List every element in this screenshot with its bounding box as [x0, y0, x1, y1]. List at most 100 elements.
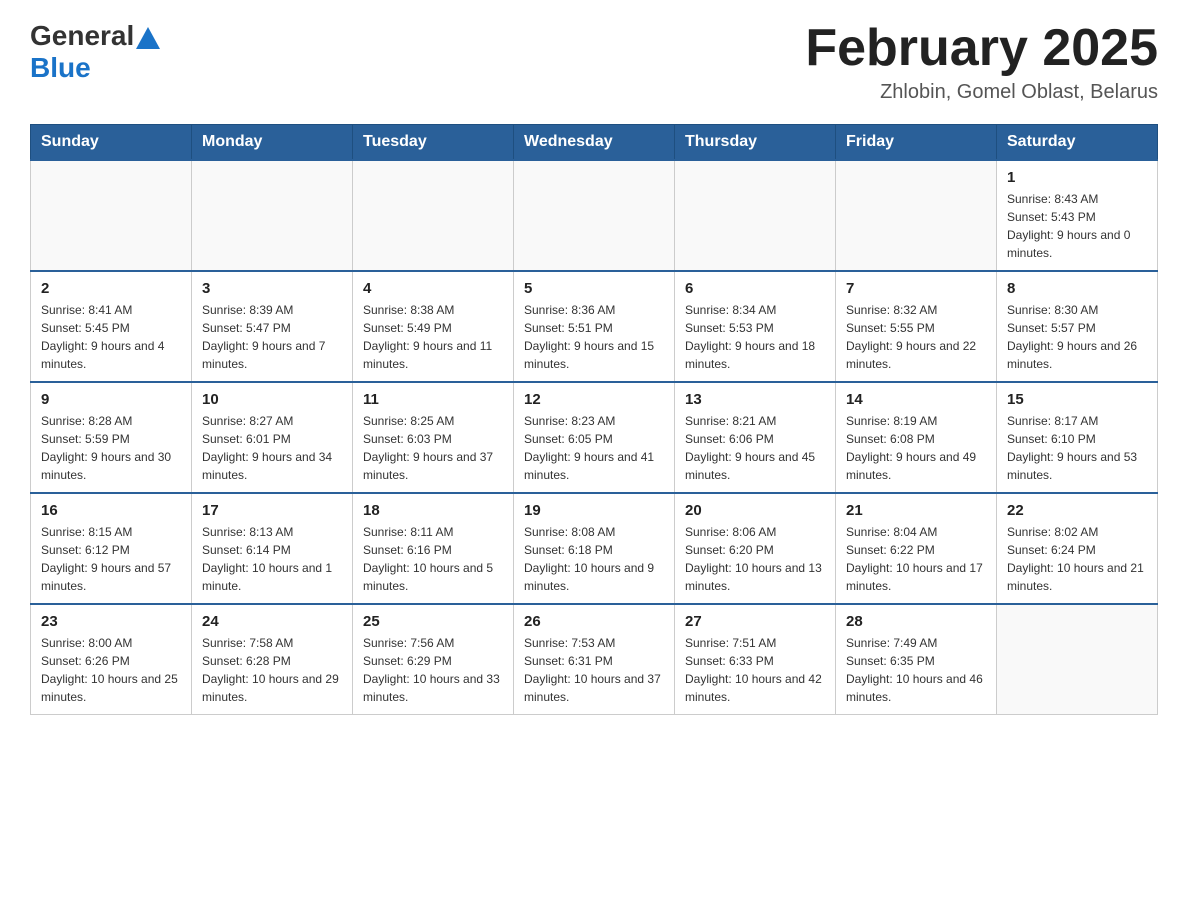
calendar-week-row: 2Sunrise: 8:41 AMSunset: 5:45 PMDaylight…: [31, 271, 1158, 382]
day-info-text: Sunrise: 8:25 AMSunset: 6:03 PMDaylight:…: [363, 412, 503, 484]
day-info-text: Sunrise: 8:06 AMSunset: 6:20 PMDaylight:…: [685, 523, 825, 595]
day-info-text: Sunrise: 8:27 AMSunset: 6:01 PMDaylight:…: [202, 412, 342, 484]
page-header: General Blue February 2025 Zhlobin, Gome…: [30, 20, 1158, 104]
day-info-text: Sunrise: 8:32 AMSunset: 5:55 PMDaylight:…: [846, 301, 986, 373]
logo-general-text: General: [30, 20, 134, 52]
day-of-week-header: Monday: [192, 125, 353, 161]
calendar-day-cell: [31, 160, 192, 271]
month-title: February 2025: [805, 20, 1158, 77]
day-info-text: Sunrise: 8:21 AMSunset: 6:06 PMDaylight:…: [685, 412, 825, 484]
calendar-day-cell: [997, 604, 1158, 715]
calendar-day-cell: 7 Sunrise: 8:32 AMSunset: 5:55 PMDaylight…: [836, 271, 997, 382]
day-info-text: Sunrise: 7:53 AMSunset: 6:31 PMDaylight:…: [524, 634, 664, 706]
day-info-text: Sunrise: 7:56 AMSunset: 6:29 PMDaylight:…: [363, 634, 503, 706]
day-number: 23: [41, 613, 181, 630]
calendar-week-row: 23 Sunrise: 8:00 AMSunset: 6:26 PMDayligh…: [31, 604, 1158, 715]
day-of-week-header: Friday: [836, 125, 997, 161]
day-number: 28: [846, 613, 986, 630]
day-info-text: Sunrise: 8:28 AMSunset: 5:59 PMDaylight:…: [41, 412, 181, 484]
calendar-day-cell: 5Sunrise: 8:36 AMSunset: 5:51 PMDaylight…: [514, 271, 675, 382]
calendar-day-cell: 8 Sunrise: 8:30 AMSunset: 5:57 PMDaylight…: [997, 271, 1158, 382]
calendar-day-cell: 9 Sunrise: 8:28 AMSunset: 5:59 PMDaylight…: [31, 382, 192, 493]
day-number: 21: [846, 502, 986, 519]
title-block: February 2025 Zhlobin, Gomel Oblast, Bel…: [805, 20, 1158, 104]
calendar-day-cell: 15 Sunrise: 8:17 AMSunset: 6:10 PMDayligh…: [997, 382, 1158, 493]
day-number: 15: [1007, 391, 1147, 408]
calendar-day-cell: 2Sunrise: 8:41 AMSunset: 5:45 PMDaylight…: [31, 271, 192, 382]
day-number: 25: [363, 613, 503, 630]
day-info-text: Sunrise: 8:19 AMSunset: 6:08 PMDaylight:…: [846, 412, 986, 484]
calendar-day-cell: 26 Sunrise: 7:53 AMSunset: 6:31 PMDayligh…: [514, 604, 675, 715]
day-number: 19: [524, 502, 664, 519]
day-number: 3: [202, 280, 342, 297]
calendar-day-cell: 21 Sunrise: 8:04 AMSunset: 6:22 PMDayligh…: [836, 493, 997, 604]
calendar-day-cell: 17 Sunrise: 8:13 AMSunset: 6:14 PMDayligh…: [192, 493, 353, 604]
calendar-day-cell: [514, 160, 675, 271]
calendar-day-cell: [353, 160, 514, 271]
calendar-day-cell: 22 Sunrise: 8:02 AMSunset: 6:24 PMDayligh…: [997, 493, 1158, 604]
calendar-day-cell: 12Sunrise: 8:23 AMSunset: 6:05 PMDayligh…: [514, 382, 675, 493]
calendar-day-cell: 25 Sunrise: 7:56 AMSunset: 6:29 PMDayligh…: [353, 604, 514, 715]
day-number: 18: [363, 502, 503, 519]
day-number: 9: [41, 391, 181, 408]
day-number: 2: [41, 280, 181, 297]
calendar-day-cell: 14Sunrise: 8:19 AMSunset: 6:08 PMDayligh…: [836, 382, 997, 493]
day-info-text: Sunrise: 8:17 AMSunset: 6:10 PMDaylight:…: [1007, 412, 1147, 484]
calendar-day-cell: [192, 160, 353, 271]
day-of-week-header: Tuesday: [353, 125, 514, 161]
calendar-week-row: 9 Sunrise: 8:28 AMSunset: 5:59 PMDaylight…: [31, 382, 1158, 493]
day-info-text: Sunrise: 7:58 AMSunset: 6:28 PMDaylight:…: [202, 634, 342, 706]
day-info-text: Sunrise: 8:00 AMSunset: 6:26 PMDaylight:…: [41, 634, 181, 706]
day-number: 26: [524, 613, 664, 630]
day-info-text: Sunrise: 8:13 AMSunset: 6:14 PMDaylight:…: [202, 523, 342, 595]
day-number: 16: [41, 502, 181, 519]
calendar-day-cell: [675, 160, 836, 271]
day-info-text: Sunrise: 7:51 AMSunset: 6:33 PMDaylight:…: [685, 634, 825, 706]
day-number: 4: [363, 280, 503, 297]
day-number: 6: [685, 280, 825, 297]
calendar-day-cell: 18 Sunrise: 8:11 AMSunset: 6:16 PMDayligh…: [353, 493, 514, 604]
calendar-day-cell: 19Sunrise: 8:08 AMSunset: 6:18 PMDayligh…: [514, 493, 675, 604]
calendar-day-cell: 23 Sunrise: 8:00 AMSunset: 6:26 PMDayligh…: [31, 604, 192, 715]
day-number: 10: [202, 391, 342, 408]
day-info-text: Sunrise: 8:04 AMSunset: 6:22 PMDaylight:…: [846, 523, 986, 595]
logo: General Blue: [30, 20, 160, 84]
calendar-header-row: SundayMondayTuesdayWednesdayThursdayFrid…: [31, 125, 1158, 161]
day-info-text: Sunrise: 8:02 AMSunset: 6:24 PMDaylight:…: [1007, 523, 1147, 595]
day-info-text: Sunrise: 8:43 AMSunset: 5:43 PMDaylight:…: [1007, 190, 1147, 262]
day-number: 8: [1007, 280, 1147, 297]
calendar-week-row: 16 Sunrise: 8:15 AMSunset: 6:12 PMDayligh…: [31, 493, 1158, 604]
calendar-day-cell: 6 Sunrise: 8:34 AMSunset: 5:53 PMDaylight…: [675, 271, 836, 382]
logo-blue-text: Blue: [30, 52, 91, 84]
day-info-text: Sunrise: 8:15 AMSunset: 6:12 PMDaylight:…: [41, 523, 181, 595]
day-number: 1: [1007, 169, 1147, 186]
day-of-week-header: Saturday: [997, 125, 1158, 161]
day-number: 13: [685, 391, 825, 408]
calendar-day-cell: 28Sunrise: 7:49 AMSunset: 6:35 PMDayligh…: [836, 604, 997, 715]
location-text: Zhlobin, Gomel Oblast, Belarus: [805, 81, 1158, 104]
day-info-text: Sunrise: 8:23 AMSunset: 6:05 PMDaylight:…: [524, 412, 664, 484]
calendar-day-cell: 20 Sunrise: 8:06 AMSunset: 6:20 PMDayligh…: [675, 493, 836, 604]
calendar-week-row: 1 Sunrise: 8:43 AMSunset: 5:43 PMDaylight…: [31, 160, 1158, 271]
calendar-day-cell: 11 Sunrise: 8:25 AMSunset: 6:03 PMDayligh…: [353, 382, 514, 493]
day-info-text: Sunrise: 8:36 AMSunset: 5:51 PMDaylight:…: [524, 301, 664, 373]
day-number: 22: [1007, 502, 1147, 519]
calendar-day-cell: 24 Sunrise: 7:58 AMSunset: 6:28 PMDayligh…: [192, 604, 353, 715]
day-info-text: Sunrise: 8:11 AMSunset: 6:16 PMDaylight:…: [363, 523, 503, 595]
calendar-day-cell: 13 Sunrise: 8:21 AMSunset: 6:06 PMDayligh…: [675, 382, 836, 493]
day-number: 20: [685, 502, 825, 519]
calendar-day-cell: [836, 160, 997, 271]
day-info-text: Sunrise: 8:34 AMSunset: 5:53 PMDaylight:…: [685, 301, 825, 373]
calendar-day-cell: 4Sunrise: 8:38 AMSunset: 5:49 PMDaylight…: [353, 271, 514, 382]
day-of-week-header: Wednesday: [514, 125, 675, 161]
day-number: 24: [202, 613, 342, 630]
day-number: 7: [846, 280, 986, 297]
day-of-week-header: Thursday: [675, 125, 836, 161]
calendar-table: SundayMondayTuesdayWednesdayThursdayFrid…: [30, 124, 1158, 715]
day-of-week-header: Sunday: [31, 125, 192, 161]
day-number: 17: [202, 502, 342, 519]
calendar-day-cell: 27Sunrise: 7:51 AMSunset: 6:33 PMDayligh…: [675, 604, 836, 715]
day-info-text: Sunrise: 8:30 AMSunset: 5:57 PMDaylight:…: [1007, 301, 1147, 373]
day-number: 11: [363, 391, 503, 408]
logo-triangle-icon: [136, 27, 160, 49]
